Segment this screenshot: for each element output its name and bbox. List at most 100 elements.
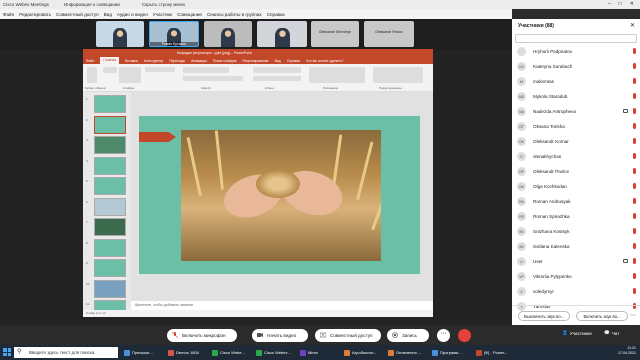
ppt-tab[interactable]: Главная xyxy=(100,57,120,64)
ppt-tab[interactable]: Файл xyxy=(86,59,94,63)
participant-row[interactable]: SK Snizhana Kostsyk xyxy=(512,224,640,239)
mic-muted-icon[interactable] xyxy=(633,78,636,84)
current-slide[interactable] xyxy=(139,116,420,274)
ppt-tab[interactable]: Справка xyxy=(287,59,300,63)
menu-item[interactable]: Редактировать xyxy=(19,12,51,17)
font-format-buttons[interactable] xyxy=(183,76,243,81)
taskbar-app-button[interactable]: [Ф] - Power... xyxy=(474,347,507,358)
mic-muted-icon[interactable] xyxy=(633,108,636,114)
slide-thumbnail-pane[interactable]: 1 2 3 4 5 6 7 8 9 10 11 xyxy=(83,92,131,310)
mic-muted-icon[interactable] xyxy=(633,273,636,279)
taskbar-app-button[interactable]: Cisco Webex... xyxy=(254,347,291,358)
participant-row[interactable]: Hryhorii Podpriatov xyxy=(512,44,640,59)
slide-thumbnail[interactable] xyxy=(94,197,126,216)
chat-toggle-button[interactable]: 💬 Чат xyxy=(604,330,619,336)
ppt-tab[interactable]: Что вы хотите сделать? xyxy=(306,59,343,63)
participant-row[interactable]: OK Olga Kochkodan xyxy=(512,179,640,194)
minimize-icon[interactable]: – xyxy=(608,1,611,7)
taskbar-app-button[interactable]: Miner xyxy=(298,347,318,358)
record-button[interactable]: Запись xyxy=(387,329,429,342)
mic-muted-icon[interactable] xyxy=(633,153,636,159)
hide-menu-link[interactable]: Скрыть строку меню xyxy=(142,2,185,7)
menu-item[interactable]: Справка xyxy=(267,12,285,17)
mute-all-button[interactable]: Выключить звук во... xyxy=(518,311,570,321)
mic-muted-icon[interactable] xyxy=(633,183,636,189)
menu-item[interactable]: Аудио и видео xyxy=(117,12,148,17)
mic-muted-icon[interactable] xyxy=(633,288,636,294)
editing-controls[interactable] xyxy=(373,67,423,83)
drawing-shapes[interactable] xyxy=(309,67,365,83)
participant-row[interactable]: RA Roman Andrusyak xyxy=(512,194,640,209)
mic-muted-icon[interactable] xyxy=(633,63,636,69)
participant-search-input[interactable] xyxy=(515,34,637,43)
participant-row[interactable]: OT Oksana Torisha xyxy=(512,119,640,134)
participant-row[interactable]: RS Roman Spriazhka xyxy=(512,209,640,224)
slide-thumbnail[interactable] xyxy=(94,95,126,113)
alignment-controls[interactable] xyxy=(253,76,301,81)
participant-row[interactable]: Vvoledymyr xyxy=(512,284,640,299)
unmute-mic-button[interactable]: Включить микрофон xyxy=(167,329,237,342)
video-thumbnail[interactable] xyxy=(204,21,252,47)
participant-row[interactable]: OP Oleksandr Pavlov xyxy=(512,164,640,179)
ppt-tab[interactable]: Вставка xyxy=(125,59,138,63)
slide-thumbnail[interactable] xyxy=(94,218,126,236)
video-thumbnail[interactable]: Oleksandr Pavlov xyxy=(364,21,414,47)
participant-row[interactable]: Oolenakhychan xyxy=(512,149,640,164)
taskbar-app-button[interactable]: Агробиолог... xyxy=(342,347,376,358)
slide-thumbnail[interactable] xyxy=(94,115,126,134)
slide-thumbnail[interactable] xyxy=(94,136,126,154)
participant-row[interactable]: Mmaksmtas xyxy=(512,74,640,89)
meeting-info-link[interactable]: Информация о совещании xyxy=(64,2,120,7)
participants-toggle-button[interactable]: 👤 Участники xyxy=(562,330,592,336)
video-thumbnail[interactable] xyxy=(96,21,144,47)
slide-thumbnail[interactable] xyxy=(94,177,126,195)
unmute-all-button[interactable]: Включить звук во... xyxy=(576,311,628,321)
mic-muted-icon[interactable] xyxy=(633,138,636,144)
slide-thumbnail[interactable] xyxy=(94,238,126,257)
taskbar-app-button[interactable]: Прескоки ... xyxy=(122,347,154,358)
windows-start-icon[interactable] xyxy=(3,348,11,356)
mic-muted-icon[interactable] xyxy=(633,243,636,249)
ppt-tab[interactable]: Вид xyxy=(275,59,281,63)
menu-item[interactable]: Совместный доступ xyxy=(56,12,99,17)
menu-item[interactable]: Файл xyxy=(3,12,14,17)
ppt-tab[interactable]: Рецензирование xyxy=(242,59,268,63)
mic-muted-icon[interactable] xyxy=(633,48,636,54)
ppt-tab[interactable]: Анимация xyxy=(191,59,207,63)
slide-thumbnail[interactable] xyxy=(94,279,126,298)
more-options-icon[interactable]: ⋯ xyxy=(630,312,636,319)
menu-item[interactable]: Вид xyxy=(104,12,112,17)
taskbar-search-input[interactable]: Введите здесь текст для поиска xyxy=(14,347,118,358)
ppt-tab[interactable]: Переходы xyxy=(169,59,185,63)
maximize-icon[interactable]: □ xyxy=(619,1,622,7)
participant-row[interactable]: KS Kateryna Surabach xyxy=(512,59,640,74)
participant-row[interactable]: SK Svitlana Kalenska xyxy=(512,239,640,254)
paste-icon[interactable] xyxy=(87,67,97,83)
video-thumbnail[interactable] xyxy=(257,21,307,47)
close-icon[interactable]: ✕ xyxy=(630,1,634,7)
taskbar-app-button[interactable]: Cisco Webe... xyxy=(210,347,245,358)
notes-area[interactable]: Щелкните, чтобы добавить заметки xyxy=(131,301,433,310)
ribbon-control[interactable] xyxy=(103,67,117,73)
slide-thumbnail[interactable] xyxy=(94,156,126,175)
participant-row[interactable]: U User xyxy=(512,254,640,269)
start-video-button[interactable]: Начать видео xyxy=(252,329,308,342)
video-thumbnail-active[interactable]: Роман Бутавин xyxy=(149,21,199,47)
font-family-select[interactable] xyxy=(183,67,229,73)
mic-muted-icon[interactable] xyxy=(633,228,636,234)
menu-item[interactable]: Сеансы работы в группах xyxy=(207,12,262,17)
video-thumbnail[interactable]: Oleksandr Shevchyn xyxy=(311,21,359,47)
more-controls-button[interactable]: ⋯ xyxy=(437,329,450,342)
mic-muted-icon[interactable] xyxy=(633,198,636,204)
menu-item[interactable]: Участник xyxy=(153,12,172,17)
participant-row[interactable]: OK Oleksandr Komar xyxy=(512,134,640,149)
participant-row[interactable]: MS Mykola Starodub xyxy=(512,89,640,104)
new-slide-icon[interactable] xyxy=(119,67,141,83)
share-button[interactable]: Совместный доступ xyxy=(315,329,381,342)
mic-muted-icon[interactable] xyxy=(633,213,636,219)
taskbar-app-button[interactable]: Оновлення ... xyxy=(386,347,421,358)
slide-layout-control[interactable] xyxy=(145,67,175,72)
ppt-tab[interactable]: Конструктор xyxy=(144,59,163,63)
taskbar-app-button[interactable]: Програми... xyxy=(430,347,462,358)
taskbar-app-button[interactable]: Demon 1804 xyxy=(166,347,199,358)
